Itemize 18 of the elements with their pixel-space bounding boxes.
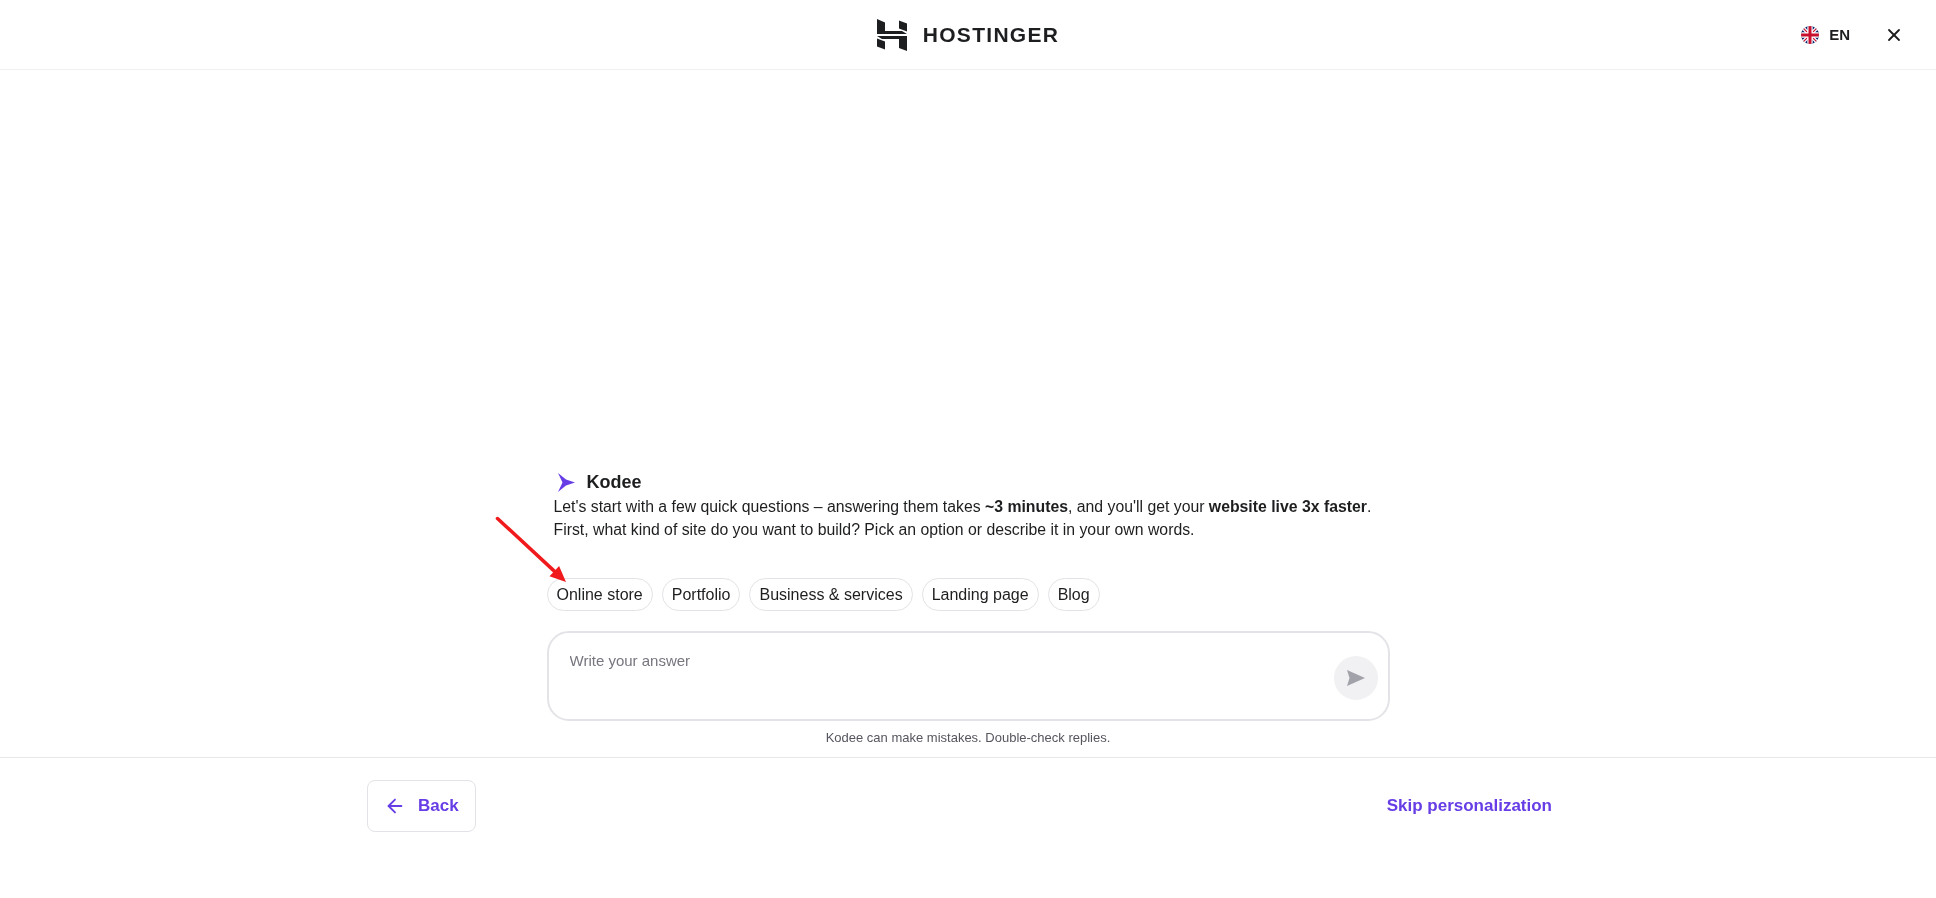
language-button[interactable]: EN xyxy=(1801,25,1850,44)
logo-text: HOSTINGER xyxy=(922,22,1060,47)
logo-icon xyxy=(876,18,907,51)
assistant-message: Let's start with a few quick questions – answering them takes ~3 minutes, and you'll get your website live 3x faster. xyxy=(553,497,1373,517)
option-chip[interactable]: Blog xyxy=(1047,578,1100,611)
send-icon xyxy=(1346,670,1365,686)
arrowhead-icon xyxy=(557,472,575,492)
disclaimer-text: Kodee can make mistakes. Double-check replies. xyxy=(824,729,1112,747)
skip-link[interactable]: Skip personalization xyxy=(1386,780,1552,832)
assistant-message: First, what kind of site do you want to build? Pick an option or describe it in your own words. xyxy=(553,520,1196,540)
option-chip[interactable]: Business & services xyxy=(749,578,913,611)
answer-field[interactable]: Write your answer xyxy=(546,631,1390,721)
option-chip[interactable]: Portfolio xyxy=(661,578,741,611)
flag-icon xyxy=(1801,25,1820,44)
back-button[interactable]: Back xyxy=(367,780,476,832)
option-chip[interactable]: Landing page xyxy=(921,578,1039,611)
assistant-name: Kodee xyxy=(586,471,642,493)
option-chip[interactable]: Online store xyxy=(546,578,653,611)
